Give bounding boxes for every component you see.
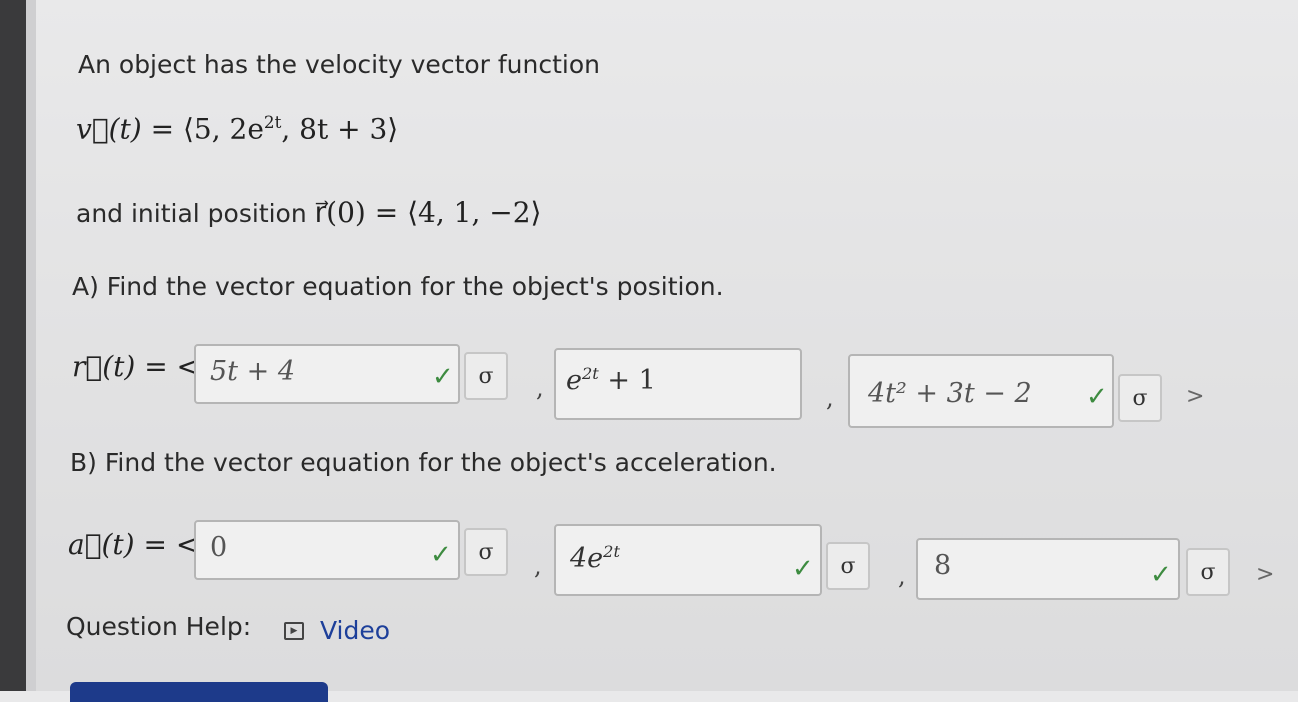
math-keyboard-icon[interactable]: σ: [464, 528, 508, 576]
acceleration-z-input[interactable]: 8 ✓: [916, 538, 1180, 600]
initial-position-line: and initial position r⃗(0) = ⟨4, 1, −2⟩: [76, 196, 541, 229]
initial-position-expr: r⃗(0) = ⟨4, 1, −2⟩: [314, 196, 542, 229]
velocity-open: ⟨5, 2e: [182, 112, 264, 146]
velocity-exponent: 2t: [263, 112, 282, 132]
velocity-function: v⃗(t) = ⟨5, 2e2t, 8t + 3⟩: [76, 112, 398, 145]
separator-comma: ,: [826, 384, 834, 412]
velocity-close: , 8t + 3⟩: [281, 112, 399, 146]
correct-check-icon: ✓: [792, 554, 814, 584]
separator-comma: ,: [534, 552, 542, 580]
position-x-value: 5t + 4: [210, 356, 295, 387]
math-keyboard-icon[interactable]: σ: [826, 542, 870, 590]
position-z-input[interactable]: 4t² + 3t − 2 ✓: [848, 354, 1114, 428]
intro-line-1: An object has the velocity vector functi…: [78, 50, 601, 79]
part-b-lhs: a⃗(t) = <: [68, 528, 200, 561]
math-keyboard-icon[interactable]: σ: [1118, 374, 1162, 422]
position-y-value: e2t + 1: [566, 364, 656, 396]
velocity-lhs: v⃗(t) =: [76, 112, 183, 146]
correct-check-icon: ✓: [1086, 382, 1108, 412]
separator-comma: ,: [536, 374, 544, 402]
acceleration-y-input[interactable]: 4e2t ✓: [554, 524, 822, 596]
acceleration-x-input[interactable]: 0 ✓: [194, 520, 460, 580]
acceleration-x-value: 0: [210, 532, 228, 563]
position-y-input[interactable]: e2t + 1: [554, 348, 802, 420]
vector-close-bracket: >: [1256, 562, 1275, 587]
correct-check-icon: ✓: [432, 362, 454, 392]
position-x-input[interactable]: 5t + 4 ✓: [194, 344, 460, 404]
submit-button[interactable]: [70, 682, 328, 702]
correct-check-icon: ✓: [430, 540, 452, 570]
video-link[interactable]: Video: [320, 616, 390, 645]
acceleration-z-value: 8: [934, 550, 952, 581]
initial-position-text: and initial position: [76, 199, 315, 228]
video-play-icon[interactable]: ▶: [284, 622, 304, 640]
screen-edge: [26, 0, 36, 691]
acceleration-y-value: 4e2t: [570, 542, 620, 574]
math-keyboard-icon[interactable]: σ: [464, 352, 508, 400]
vector-close-bracket: >: [1186, 384, 1205, 409]
position-z-value: 4t² + 3t − 2: [868, 378, 1032, 409]
correct-check-icon: ✓: [1150, 560, 1172, 590]
separator-comma: ,: [898, 562, 906, 590]
math-keyboard-icon[interactable]: σ: [1186, 548, 1230, 596]
part-a-prompt: A) Find the vector equation for the obje…: [72, 272, 724, 301]
part-a-lhs: r⃗(t) = <: [72, 350, 201, 383]
screen-bezel: [0, 0, 26, 691]
question-help-label: Question Help:: [66, 612, 252, 641]
part-b-prompt: B) Find the vector equation for the obje…: [70, 448, 777, 477]
